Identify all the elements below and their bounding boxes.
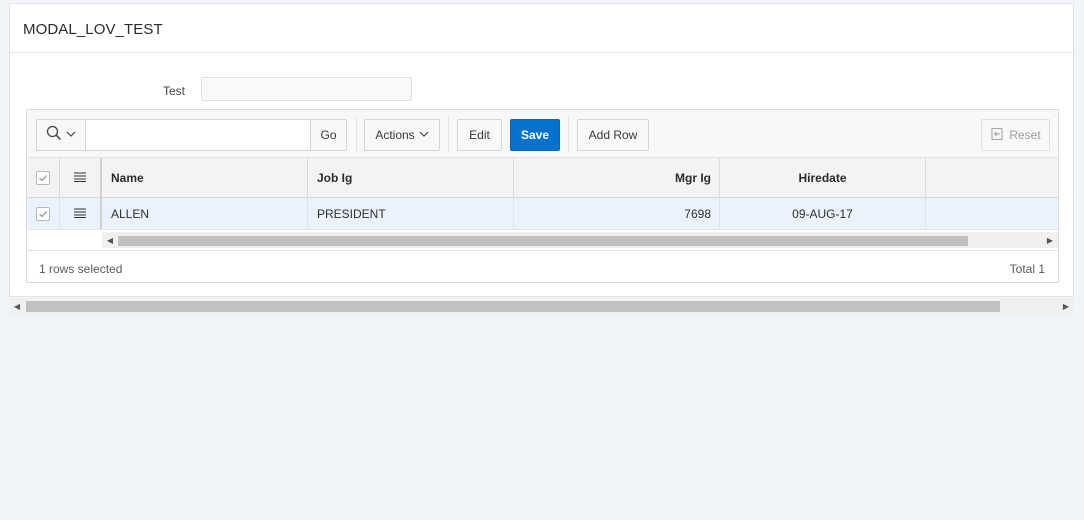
reset-label: Reset <box>1009 128 1041 142</box>
table-row[interactable]: ALLEN PRESIDENT 7698 09-AUG-17 <box>27 198 1058 230</box>
scroll-left-icon[interactable]: ◀ <box>102 232 118 248</box>
cell-mgr[interactable]: 7698 <box>514 198 720 229</box>
grid-horizontal-scrollbar[interactable]: ◀ ▶ <box>102 232 1058 248</box>
select-all-cell <box>27 158 60 197</box>
reset-button[interactable]: Reset <box>981 119 1050 151</box>
add-row-button[interactable]: Add Row <box>577 119 649 151</box>
row-select-cell <box>27 198 60 229</box>
interactive-grid: Go Actions Edit Save Add Row Reset Name … <box>26 109 1059 283</box>
test-input[interactable] <box>201 77 412 101</box>
actions-label: Actions <box>375 128 415 142</box>
interactive-grid-region: MODAL_LOV_TEST Test Go Actions Edit Save… <box>9 3 1074 297</box>
header-actions-cell <box>60 158 102 197</box>
scroll-left-icon[interactable]: ◀ <box>9 298 25 314</box>
toolbar-divider <box>448 116 449 152</box>
total-count: Total 1 <box>1009 262 1045 276</box>
go-button[interactable]: Go <box>310 119 347 151</box>
cell-job[interactable]: PRESIDENT <box>308 198 514 229</box>
test-label: Test <box>163 84 186 98</box>
row-filler <box>926 198 1058 229</box>
reset-icon <box>990 127 1004 144</box>
grid-toolbar: Go Actions Edit Save Add Row Reset <box>27 110 1058 158</box>
column-header-mgr[interactable]: Mgr Ig <box>514 158 720 197</box>
toolbar-divider <box>568 116 569 152</box>
cell-hiredate[interactable]: 09-AUG-17 <box>720 198 926 229</box>
grid-body: Name Job Ig Mgr Ig Hiredate ALLEN PRESID… <box>27 158 1058 250</box>
edit-button[interactable]: Edit <box>457 119 502 151</box>
hamburger-icon <box>74 207 86 221</box>
region-horizontal-scrollbar[interactable]: ◀ ▶ <box>9 298 1074 315</box>
toolbar-divider <box>356 116 357 152</box>
search-input[interactable] <box>85 119 311 151</box>
region-title: MODAL_LOV_TEST <box>10 4 1073 53</box>
grid-scrollbar-thumb[interactable] <box>118 236 968 246</box>
grid-footer: 1 rows selected Total 1 <box>27 250 1058 283</box>
actions-menu-button[interactable]: Actions <box>364 119 440 151</box>
search-icon <box>46 125 62 146</box>
column-header-job[interactable]: Job Ig <box>308 158 514 197</box>
row-checkbox[interactable] <box>36 206 50 221</box>
chevron-down-icon <box>66 126 76 144</box>
hamburger-icon <box>74 171 86 185</box>
scroll-right-icon[interactable]: ▶ <box>1042 232 1058 248</box>
selection-count: 1 rows selected <box>39 262 123 276</box>
header-filler <box>926 158 1058 197</box>
chevron-down-icon <box>419 128 429 142</box>
search-column-selector[interactable] <box>36 119 85 151</box>
scroll-right-icon[interactable]: ▶ <box>1058 298 1074 314</box>
grid-header-row: Name Job Ig Mgr Ig Hiredate <box>27 158 1058 198</box>
column-header-hiredate[interactable]: Hiredate <box>720 158 926 197</box>
test-form-row: Test <box>10 77 1073 103</box>
row-actions-cell[interactable] <box>60 198 102 229</box>
region-scrollbar-thumb[interactable] <box>26 301 1000 312</box>
save-button[interactable]: Save <box>510 119 560 151</box>
column-header-name[interactable]: Name <box>102 158 308 197</box>
select-all-checkbox[interactable] <box>36 170 50 185</box>
cell-name[interactable]: ALLEN <box>102 198 308 229</box>
